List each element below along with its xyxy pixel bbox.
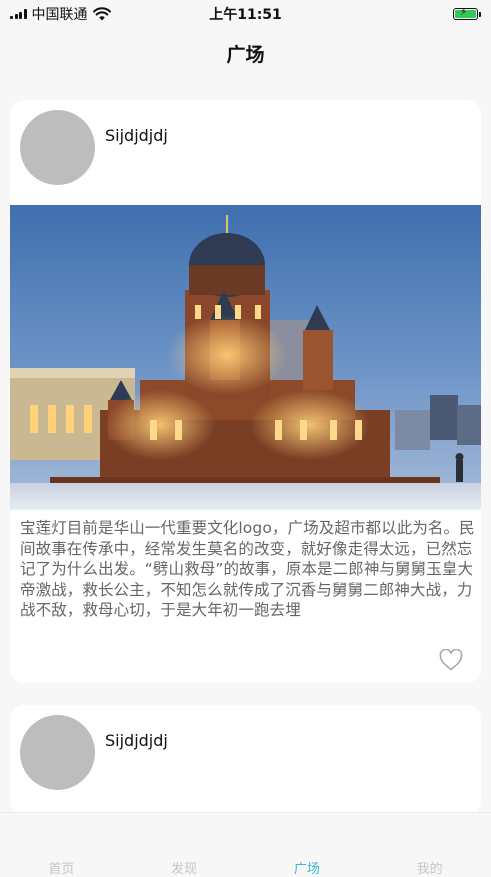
tab-home[interactable]: 首页 <box>0 858 122 877</box>
status-left: 中国联通 <box>10 4 111 24</box>
signal-icon <box>10 9 27 19</box>
post-text: 宝莲灯目前是华山一代重要文化logo，广场及超市都以此为名。民间故事在传承中，经… <box>20 519 475 619</box>
page-title: 广场 <box>226 44 265 66</box>
avatar[interactable] <box>20 110 95 185</box>
wifi-icon <box>92 7 111 21</box>
status-time: 上午11:51 <box>209 7 282 23</box>
battery-icon: ⚡ <box>453 8 481 20</box>
post-card[interactable]: Sijdjdjdj <box>10 100 481 683</box>
heart-outline-icon[interactable] <box>439 649 463 671</box>
feed: Sijdjdjdj 宝莲灯目前是华山一代重要文化logo，广场及超市都以此为名。… <box>10 100 481 683</box>
post-username[interactable]: Sijdjdjdj <box>105 126 168 145</box>
avatar[interactable] <box>20 715 95 790</box>
status-bar: 中国联通 上午11:51 ⚡ <box>0 0 491 28</box>
tab-square[interactable]: 广场 <box>246 858 368 877</box>
carrier-label: 中国联通 <box>31 7 88 23</box>
post-username[interactable]: Sijdjdjdj <box>105 731 168 750</box>
post-card[interactable]: Sijdjdjdj <box>10 705 481 815</box>
tab-discover[interactable]: 发现 <box>123 858 245 877</box>
post-image[interactable] <box>10 205 481 510</box>
tab-bar: 首页 发现 广场 我的 <box>0 812 491 877</box>
tab-mine[interactable]: 我的 <box>369 858 491 877</box>
